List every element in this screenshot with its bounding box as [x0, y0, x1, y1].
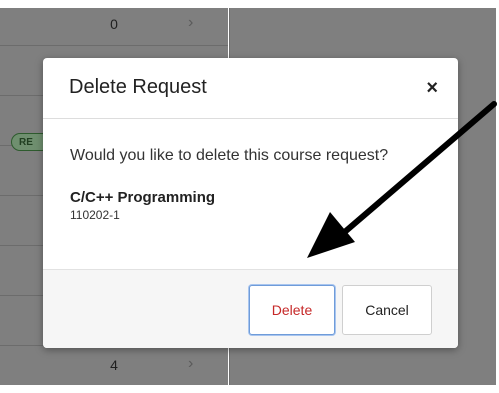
chevron-right-icon: ›: [188, 14, 194, 31]
dialog-footer: Delete Cancel: [43, 269, 458, 348]
dialog-header: Delete Request ×: [43, 58, 458, 119]
row-count-top: 0: [110, 16, 118, 32]
confirmation-question: Would you like to delete this course req…: [70, 147, 389, 164]
row-count-bottom: 4: [110, 357, 118, 373]
chevron-right-icon: ›: [188, 355, 194, 372]
dialog-body: Would you like to delete this course req…: [43, 119, 458, 269]
delete-request-dialog: Delete Request × Would you like to delet…: [43, 58, 458, 348]
delete-button[interactable]: Delete: [249, 285, 335, 335]
course-code: 110202-1: [70, 208, 120, 222]
dialog-title: Delete Request: [69, 76, 207, 98]
row-divider: [0, 45, 228, 46]
close-icon[interactable]: ×: [426, 78, 438, 98]
course-name: C/C++ Programming: [70, 189, 216, 206]
cancel-button[interactable]: Cancel: [342, 285, 432, 335]
